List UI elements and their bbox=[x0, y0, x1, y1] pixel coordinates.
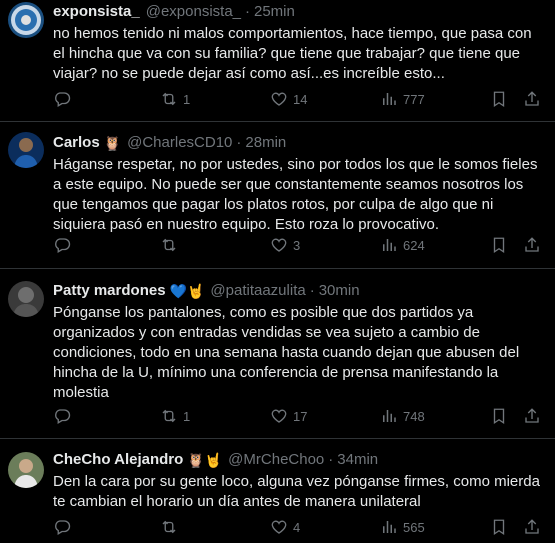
share-button[interactable] bbox=[523, 90, 541, 108]
retweet-count: 1 bbox=[183, 408, 191, 424]
heart-icon bbox=[271, 92, 287, 106]
bookmark-button[interactable] bbox=[490, 236, 508, 254]
views-count: 777 bbox=[403, 91, 425, 107]
reply-button[interactable] bbox=[53, 90, 71, 108]
like-count: 14 bbox=[293, 91, 308, 107]
user-handle[interactable]: @CharlesCD10 bbox=[127, 134, 232, 152]
bookmark-button[interactable] bbox=[490, 518, 508, 536]
name-emoji: 💙🤘 bbox=[169, 283, 205, 299]
tweet-actions: 4 565 bbox=[53, 518, 545, 538]
user-handle[interactable]: @MrCheChoo bbox=[228, 451, 324, 469]
retweet-icon bbox=[162, 92, 176, 106]
tweet-text: Pónganse los pantalones, como es posible… bbox=[53, 304, 520, 401]
retweet-count: 1 bbox=[183, 91, 191, 107]
reply-icon bbox=[55, 520, 71, 535]
name-emoji: 🦉 bbox=[103, 135, 122, 151]
separator-dot: · bbox=[309, 282, 315, 299]
reply-icon bbox=[55, 92, 71, 107]
bookmark-icon bbox=[493, 408, 505, 425]
heart-icon bbox=[271, 520, 287, 534]
reply-icon bbox=[55, 409, 71, 424]
reply-button[interactable] bbox=[53, 407, 71, 425]
retweet-icon bbox=[162, 409, 176, 423]
display-name[interactable]: Patty mardones bbox=[53, 282, 166, 300]
tweet-header: CheCho Alejandro 🦉🤘 @MrCheChoo · 34min bbox=[53, 451, 545, 469]
like-button[interactable]: 4 bbox=[270, 518, 300, 536]
tweet-header: exponsista_ @exponsista_ · 25min bbox=[53, 3, 545, 21]
reply-button[interactable] bbox=[53, 236, 71, 254]
views-button[interactable]: 565 bbox=[380, 518, 425, 536]
timestamp[interactable]: 34min bbox=[337, 451, 378, 469]
heart-icon bbox=[271, 238, 287, 252]
bookmark-button[interactable] bbox=[490, 407, 508, 425]
bookmark-icon bbox=[493, 237, 505, 254]
views-count: 565 bbox=[403, 519, 425, 535]
display-name[interactable]: CheCho Alejandro bbox=[53, 451, 183, 469]
tweet-text: Den la cara por su gente loco, alguna ve… bbox=[53, 473, 540, 510]
tweet-header: Carlos 🦉 @CharlesCD10 · 28min bbox=[53, 134, 545, 152]
tweet-1[interactable]: exponsista_ @exponsista_ · 25min no hemo… bbox=[0, 0, 555, 122]
separator-dot: · bbox=[236, 134, 242, 151]
share-button[interactable] bbox=[523, 518, 541, 536]
views-button[interactable]: 624 bbox=[380, 236, 425, 254]
like-button[interactable]: 14 bbox=[270, 90, 307, 108]
views-chart-icon bbox=[383, 239, 396, 251]
separator-dot: · bbox=[328, 451, 334, 468]
tweet-2[interactable]: Carlos 🦉 @CharlesCD10 · 28min Háganse re… bbox=[0, 122, 555, 269]
tweet-actions: 1 14 777 bbox=[53, 90, 545, 110]
share-icon bbox=[525, 519, 539, 534]
reply-icon bbox=[55, 238, 71, 253]
views-count: 748 bbox=[403, 408, 425, 424]
name-emoji: 🦉🤘 bbox=[187, 452, 223, 468]
timestamp[interactable]: 30min bbox=[319, 282, 360, 300]
heart-icon bbox=[271, 409, 287, 423]
tweet-text: no hemos tenido ni malos comportamientos… bbox=[53, 25, 532, 82]
like-button[interactable]: 3 bbox=[270, 236, 300, 254]
retweet-button[interactable]: 1 bbox=[160, 90, 190, 108]
share-button[interactable] bbox=[523, 407, 541, 425]
views-chart-icon bbox=[383, 410, 396, 422]
tweet-header: Patty mardones 💙🤘 @patitaazulita · 30min bbox=[53, 282, 545, 300]
tweet-feed: exponsista_ @exponsista_ · 25min no hemo… bbox=[0, 0, 555, 543]
retweet-icon bbox=[162, 520, 176, 534]
retweet-button[interactable] bbox=[160, 236, 183, 254]
avatar[interactable] bbox=[8, 2, 44, 38]
reply-button[interactable] bbox=[53, 518, 71, 536]
avatar[interactable] bbox=[8, 132, 44, 168]
like-count: 17 bbox=[293, 408, 308, 424]
retweet-button[interactable]: 1 bbox=[160, 407, 190, 425]
bookmark-button[interactable] bbox=[490, 90, 508, 108]
tweet-text: Háganse respetar, no por ustedes, sino p… bbox=[53, 156, 538, 233]
bookmark-icon bbox=[493, 91, 505, 108]
views-count: 624 bbox=[403, 237, 425, 253]
tweet-actions: 3 624 bbox=[53, 236, 545, 256]
share-icon bbox=[525, 237, 539, 252]
avatar[interactable] bbox=[8, 281, 44, 317]
avatar[interactable] bbox=[8, 452, 44, 488]
display-name[interactable]: Carlos bbox=[53, 134, 100, 152]
retweet-button[interactable] bbox=[160, 518, 183, 536]
retweet-icon bbox=[162, 238, 176, 252]
views-chart-icon bbox=[383, 521, 396, 533]
tweet-actions: 1 17 748 bbox=[53, 407, 545, 427]
views-button[interactable]: 777 bbox=[380, 90, 425, 108]
like-button[interactable]: 17 bbox=[270, 407, 307, 425]
tweet-3[interactable]: Patty mardones 💙🤘 @patitaazulita · 30min… bbox=[0, 269, 555, 439]
views-button[interactable]: 748 bbox=[380, 407, 425, 425]
timestamp[interactable]: 25min bbox=[254, 3, 295, 21]
user-handle[interactable]: @exponsista_ bbox=[146, 3, 241, 21]
separator-dot: · bbox=[245, 3, 250, 20]
share-button[interactable] bbox=[523, 236, 541, 254]
share-icon bbox=[525, 408, 539, 423]
display-name[interactable]: exponsista_ bbox=[53, 3, 140, 21]
timestamp[interactable]: 28min bbox=[245, 134, 286, 152]
views-chart-icon bbox=[383, 93, 396, 105]
tweet-4[interactable]: CheCho Alejandro 🦉🤘 @MrCheChoo · 34min D… bbox=[0, 439, 555, 543]
like-count: 3 bbox=[293, 237, 301, 253]
share-icon bbox=[525, 91, 539, 106]
user-handle[interactable]: @patitaazulita bbox=[210, 282, 305, 300]
like-count: 4 bbox=[293, 519, 301, 535]
bookmark-icon bbox=[493, 519, 505, 536]
